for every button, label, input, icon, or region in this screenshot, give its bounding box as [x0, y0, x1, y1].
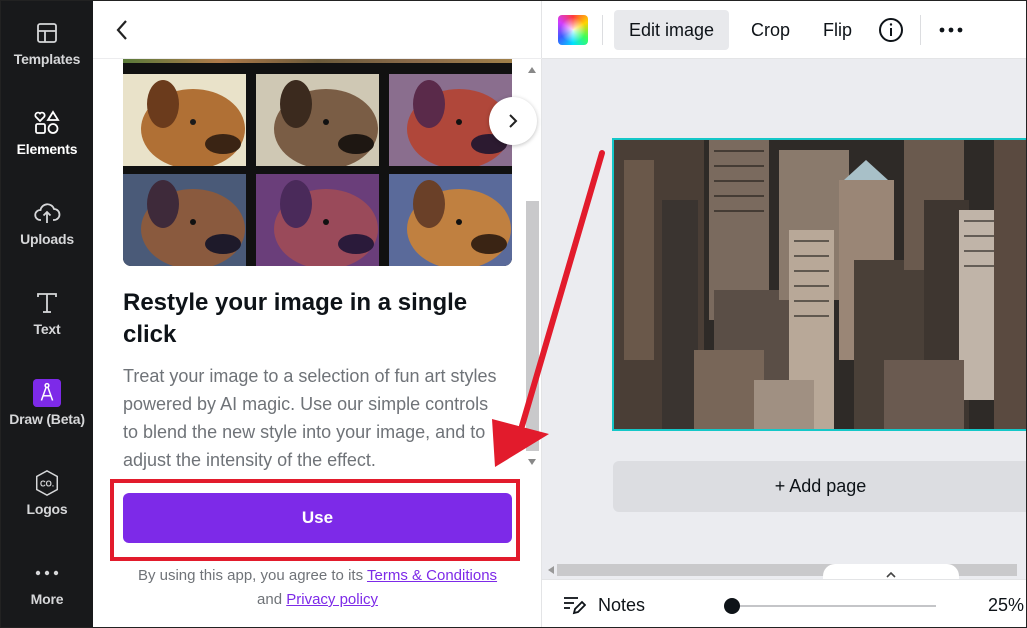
preview-tile: [389, 174, 512, 266]
info-icon: [879, 18, 903, 42]
editor-toolbar: Edit image Crop Flip: [542, 1, 1026, 59]
preview-tile: [123, 59, 512, 63]
svg-text:CO.: CO.: [40, 479, 54, 488]
chevron-left-icon: [116, 20, 127, 40]
zoom-slider[interactable]: [732, 605, 936, 607]
preview-tile: [256, 74, 379, 166]
more-dots-icon: [939, 27, 963, 33]
panel-scroll-area[interactable]: Restyle your image in a single click Tre…: [93, 59, 542, 473]
terms-and: and: [257, 591, 283, 608]
preview-tile: [123, 174, 246, 266]
logos-icon: CO.: [33, 469, 61, 497]
sidebar-item-label: Uploads: [20, 231, 74, 247]
scroll-up-arrow[interactable]: [528, 67, 536, 73]
zoom-level[interactable]: 25%: [988, 595, 1024, 616]
notes-button[interactable]: Notes: [562, 594, 645, 616]
sidebar-item-more[interactable]: More: [1, 543, 93, 623]
info-button[interactable]: [877, 16, 905, 44]
chevron-right-icon: [509, 114, 518, 128]
toolbar-divider: [602, 15, 603, 45]
panel-scrollbar[interactable]: [523, 59, 541, 473]
templates-icon: [33, 19, 61, 47]
sidebar-item-elements[interactable]: Elements: [1, 93, 93, 173]
scrollbar-thumb[interactable]: [526, 201, 539, 451]
sidebar-item-label: Templates: [13, 51, 81, 67]
app-detail-panel: Restyle your image in a single click Tre…: [93, 1, 542, 627]
upload-icon: [33, 199, 61, 227]
bottom-bar: Notes 25%: [542, 579, 1026, 627]
scroll-down-arrow[interactable]: [528, 459, 536, 465]
crop-button[interactable]: Crop: [736, 10, 805, 50]
sidebar-rail: Templates Elements Uploads Text Draw (Be…: [1, 1, 93, 627]
scroll-left-arrow[interactable]: [548, 566, 554, 574]
terms-link[interactable]: Terms & Conditions: [367, 567, 497, 584]
zoom-slider-handle[interactable]: [724, 598, 740, 614]
more-dots-icon: [33, 559, 61, 587]
terms-prefix: By using this app, you agree to its: [137, 567, 364, 584]
back-button[interactable]: [107, 15, 137, 45]
sidebar-item-text[interactable]: Text: [1, 273, 93, 353]
sidebar-item-label: Logos: [26, 501, 68, 517]
style-preview-grid: [123, 59, 512, 266]
panel-header: [93, 1, 542, 59]
app-title: Restyle your image in a single click: [123, 289, 468, 348]
add-page-button[interactable]: + Add page: [613, 461, 1026, 512]
preview-tile: [123, 74, 246, 166]
preview-tile: [256, 174, 379, 266]
sidebar-item-uploads[interactable]: Uploads: [1, 183, 93, 263]
sidebar-item-label: Elements: [16, 141, 78, 157]
more-options-button[interactable]: [936, 16, 966, 44]
design-canvas[interactable]: + Add page: [542, 59, 1026, 586]
text-icon: [33, 289, 61, 317]
terms-notice: By using this app, you agree to its Term…: [93, 564, 542, 612]
sidebar-item-label: More: [30, 591, 64, 607]
notes-icon: [564, 597, 586, 615]
edit-image-button[interactable]: Edit image: [614, 10, 730, 50]
color-picker-button[interactable]: [558, 15, 588, 45]
sidebar-item-label: Text: [33, 321, 61, 337]
app-description: Treat your image to a selection of fun a…: [123, 366, 497, 470]
flip-button[interactable]: Flip: [808, 10, 867, 50]
sidebar-item-logos[interactable]: CO. Logos: [1, 453, 93, 533]
notes-label: Notes: [598, 594, 646, 615]
sidebar-item-label: Draw (Beta): [9, 411, 85, 427]
sidebar-item-draw[interactable]: Draw (Beta): [1, 363, 93, 443]
sidebar-item-templates[interactable]: Templates: [1, 3, 93, 83]
selected-image[interactable]: [612, 138, 1026, 431]
draw-icon: [33, 379, 61, 407]
use-button[interactable]: Use: [123, 493, 512, 543]
elements-icon: [33, 109, 61, 137]
privacy-link[interactable]: Privacy policy: [286, 591, 378, 608]
app-window: Templates Elements Uploads Text Draw (Be…: [0, 0, 1027, 628]
chevron-up-icon: [886, 571, 896, 578]
toolbar-divider: [920, 15, 921, 45]
